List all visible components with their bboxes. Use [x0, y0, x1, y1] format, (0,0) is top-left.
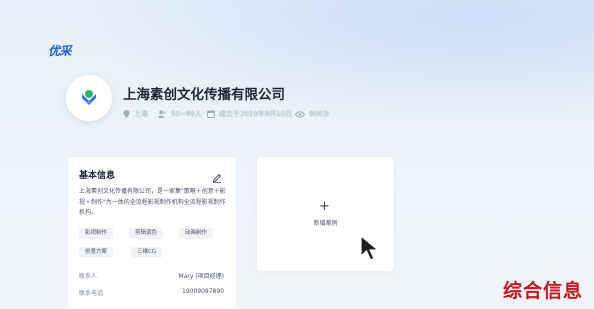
phone-value: 19009097890 [182, 288, 224, 295]
eye-icon [295, 110, 305, 118]
tag-item: 剪辑调色 [129, 228, 164, 239]
brand-logo[interactable]: 优采 [48, 42, 72, 59]
tag-item: 动画制作 [179, 228, 214, 239]
watermark-text: 综合信息 [503, 280, 584, 302]
meta-location: 上海 [123, 108, 148, 120]
views-text: 900次 [309, 110, 330, 118]
calendar-icon [207, 110, 215, 118]
phone-label: 联系电话 [79, 290, 104, 297]
team-size-text: 50~99人 [171, 110, 202, 118]
tag-item: 三维CG [131, 247, 163, 258]
add-case-label: 新增案例 [313, 220, 338, 227]
company-name: 上海素创文化传播有限公司 [123, 87, 285, 103]
meta-views: 900次 [295, 108, 329, 120]
meta-founded: 成立于2019年8月10日 [207, 108, 292, 120]
tag-item: 影视制作 [79, 228, 114, 239]
company-logo-icon [82, 90, 96, 105]
location-icon [123, 110, 130, 118]
contact-label: 联系人 [79, 273, 98, 280]
basic-info-card: 基本信息 上海素创文化传播有限公司，是一家集"策略＋创意＋影视＋制作"为一体的全… [68, 157, 236, 309]
meta-team-size: 50~99人 [158, 108, 202, 120]
founded-text: 成立于2019年8月10日 [219, 110, 293, 118]
company-description: 上海素创文化传播有限公司，是一家集"策略＋创意＋影视＋制作"为一体的全流程影视制… [79, 188, 226, 216]
cursor-icon [359, 234, 383, 266]
plus-icon: + [319, 199, 330, 214]
contact-value: Mary (项目经理) [178, 273, 224, 280]
company-avatar [66, 75, 112, 121]
edit-icon[interactable] [212, 168, 222, 187]
basic-info-title: 基本信息 [79, 171, 116, 181]
tag-item: 创意方案 [79, 247, 114, 258]
people-icon [158, 110, 166, 118]
location-text: 上海 [134, 110, 148, 118]
